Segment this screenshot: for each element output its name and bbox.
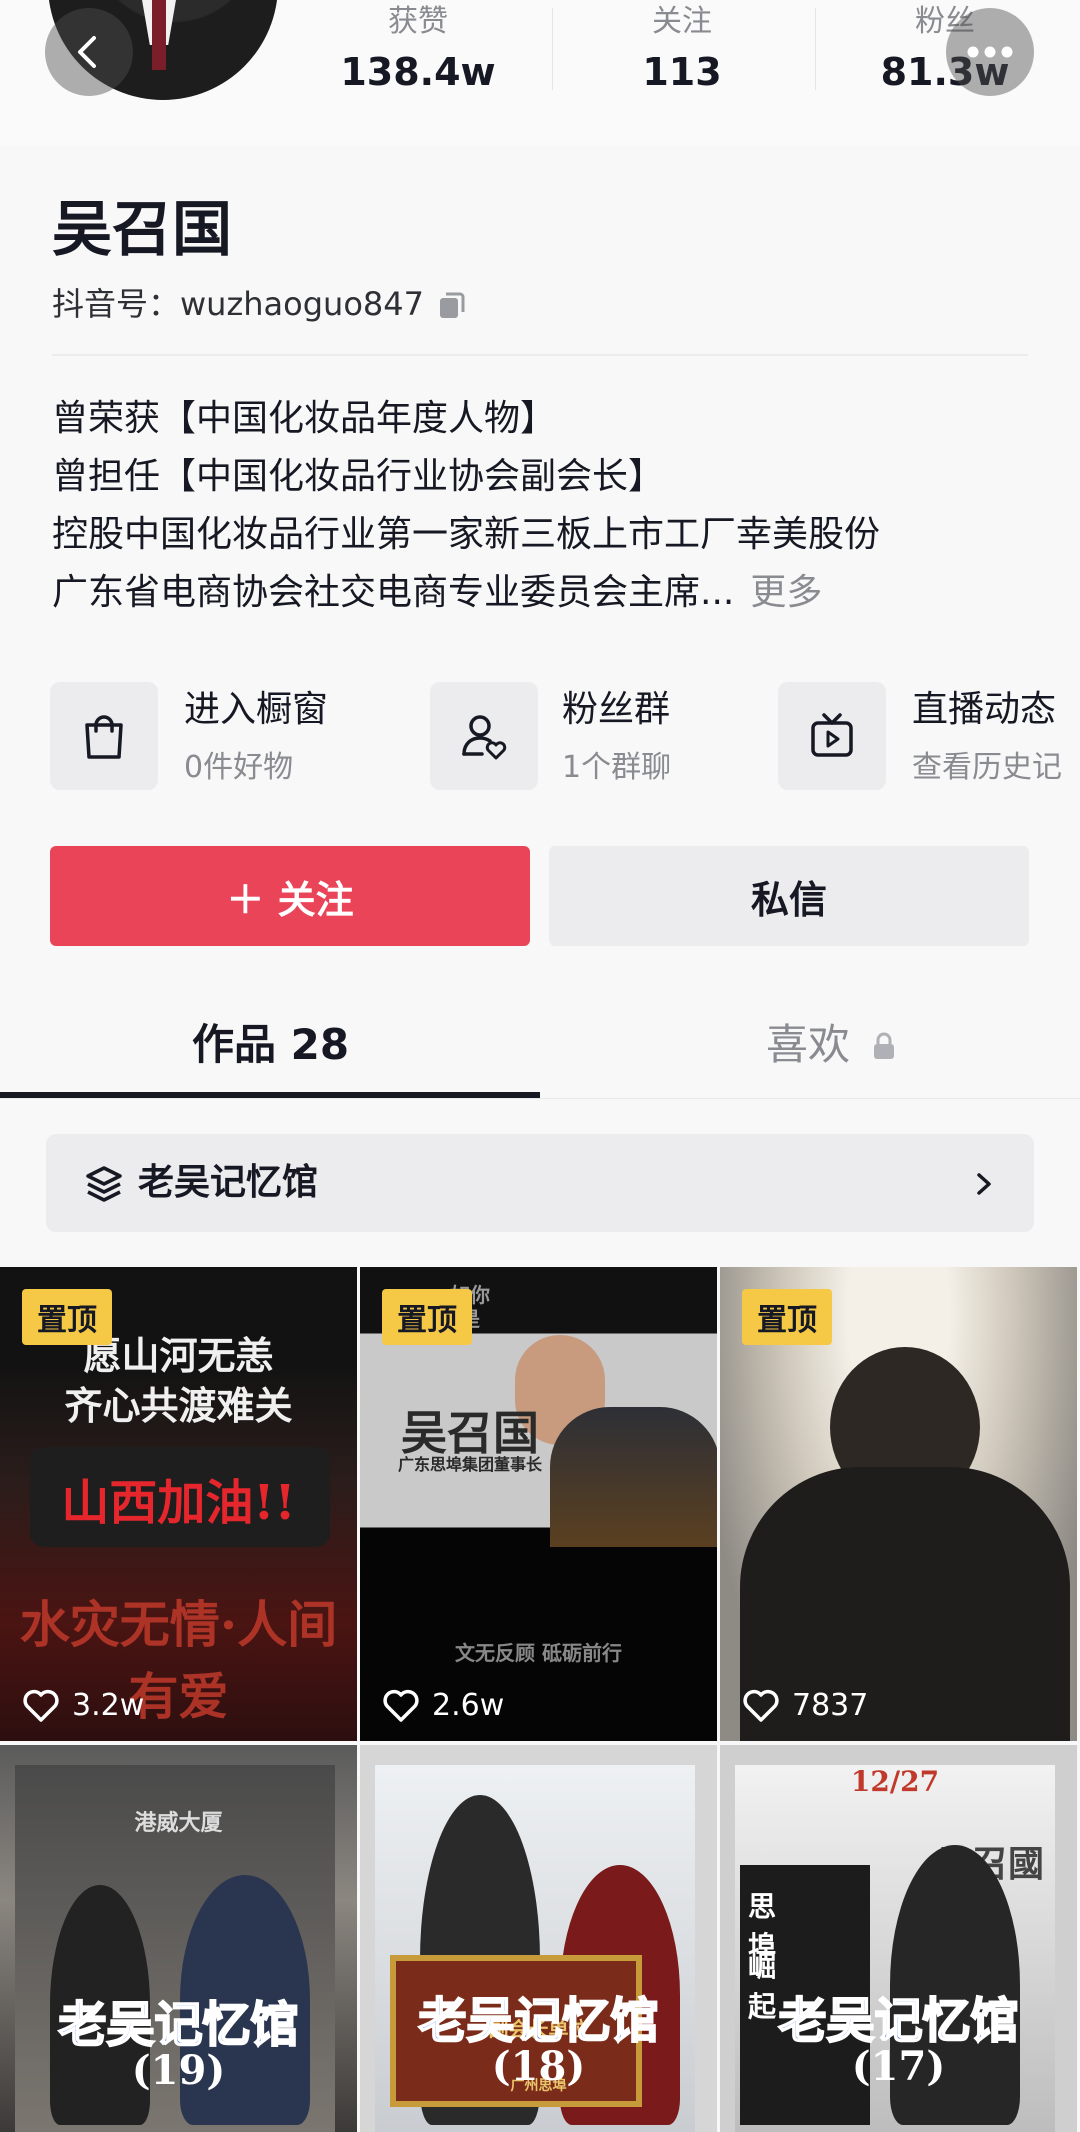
- tab-works[interactable]: 作品 28: [192, 1010, 349, 1080]
- video-caption: 齐心共渡难关: [64, 1383, 293, 1428]
- layers-icon: [86, 1166, 122, 1202]
- fan-group-button[interactable]: [430, 682, 538, 790]
- douyin-id: 抖音号：wuzhaoguo847: [52, 285, 424, 323]
- shortcut-title-shop[interactable]: 进入橱窗: [184, 686, 328, 734]
- collection-count: (19): [131, 2047, 226, 2094]
- tab-likes-label: 喜欢: [766, 1020, 851, 1069]
- video-likes-count: 2.6w: [432, 1688, 505, 1723]
- video-caption: 广东思埠集团董事长: [397, 1455, 542, 1474]
- video-thumbnail[interactable]: 港威大厦 老吴记忆馆 (19): [0, 1745, 357, 2132]
- video-likes-count: 3.2w: [72, 1688, 145, 1723]
- video-caption: 山西加油!!: [61, 1475, 296, 1531]
- fan-group-icon: [462, 715, 507, 760]
- more-options-button[interactable]: [946, 8, 1034, 96]
- bio-line-4-text: 广东省电商协会社交电商专业委员会主席...: [52, 572, 735, 613]
- bio-more-link[interactable]: 更多: [750, 572, 822, 613]
- pinned-badge: 置顶: [382, 1289, 472, 1345]
- more-dots-icon: [967, 46, 1013, 58]
- video-thumbnail[interactable]: 副会长单位 广州思埠 老吴记忆馆 (18): [360, 1745, 717, 2132]
- stat-following-value: 113: [642, 50, 722, 94]
- video-caption: 12/27: [850, 1765, 940, 1798]
- shortcut-sub-live: 查看历史记: [912, 750, 1062, 785]
- stat-likes-label: 获赞: [388, 4, 448, 39]
- pinned-badge: 置顶: [742, 1289, 832, 1345]
- stat-likes-value: 138.4w: [340, 50, 496, 94]
- collection-banner: 老吴记忆馆: [57, 1996, 299, 2054]
- shortcut-title-fans[interactable]: 粉丝群: [562, 686, 670, 734]
- shopping-bag-icon: [85, 715, 123, 759]
- heart-icon: [23, 1689, 59, 1722]
- collection-count: (17): [851, 2043, 946, 2090]
- video-caption: 港威大厦: [134, 1810, 223, 1836]
- live-history-button[interactable]: [778, 682, 886, 790]
- collection-count: (18): [491, 2043, 586, 2090]
- video-likes: 3.2w: [22, 1688, 144, 1723]
- chevron-left-icon: [78, 36, 96, 68]
- video-thumbnail[interactable]: 置顶 7837: [720, 1267, 1077, 1741]
- heart-icon: [743, 1689, 779, 1722]
- shortcut-title-live[interactable]: 直播动态: [912, 686, 1056, 734]
- bio-line-4: 广东省电商协会社交电商专业委员会主席... 更多: [52, 564, 822, 622]
- bio-line-1: 曾荣获【中国化妆品年度人物】: [52, 398, 557, 439]
- divider: [52, 354, 1028, 356]
- message-button[interactable]: 私信: [549, 846, 1029, 946]
- bio-line-2: 曾担任【中国化妆品行业协会副会长】: [52, 456, 665, 497]
- shortcut-sub-fans: 1个群聊: [562, 750, 672, 785]
- video-likes: 7837: [742, 1688, 868, 1723]
- tab-likes[interactable]: 喜欢: [766, 1010, 897, 1080]
- collection-label: 老吴记忆馆: [138, 1162, 319, 1203]
- follow-button[interactable]: ＋ 关注: [50, 846, 530, 946]
- collection-banner: 老吴记忆馆: [777, 1992, 1019, 2050]
- video-caption: 文无反顾 砥砺前行: [455, 1641, 622, 1665]
- shop-window-button[interactable]: [50, 682, 158, 790]
- stat-likes: 获赞 138.4w: [308, 0, 528, 100]
- stat-following[interactable]: 关注 113: [572, 0, 792, 100]
- lock-icon: [874, 1032, 895, 1059]
- video-likes: 2.6w: [382, 1688, 504, 1723]
- copy-icon[interactable]: [436, 288, 468, 320]
- profile-name: 吴召国: [52, 195, 232, 265]
- back-button[interactable]: [45, 8, 133, 96]
- bio-line-3: 控股中国化妆品行业第一家新三板上市工厂幸美股份: [52, 514, 881, 555]
- live-tv-icon: [811, 713, 853, 757]
- video-thumbnail[interactable]: 12/27 思埠 崛起 吴召國 老吴记忆馆 (17): [720, 1745, 1077, 2132]
- tab-divider: [0, 1098, 1080, 1099]
- video-thumbnail[interactable]: 如你 是 吴召国 广东思埠集团董事长 文无反顾 砥砺前行 置顶 2.6w: [360, 1267, 717, 1741]
- video-thumbnail[interactable]: 愿山河无恙 齐心共渡难关 山西加油!! 水灾无情·人间有爱 置顶 3.2w: [0, 1267, 357, 1741]
- heart-icon: [383, 1689, 419, 1722]
- stat-following-label: 关注: [652, 4, 712, 39]
- video-likes-count: 7837: [792, 1688, 869, 1723]
- pinned-badge: 置顶: [22, 1289, 112, 1345]
- shortcut-sub-shop: 0件好物: [184, 750, 294, 785]
- collection-banner: 老吴记忆馆: [417, 1992, 659, 2050]
- chevron-right-icon: [977, 1173, 991, 1195]
